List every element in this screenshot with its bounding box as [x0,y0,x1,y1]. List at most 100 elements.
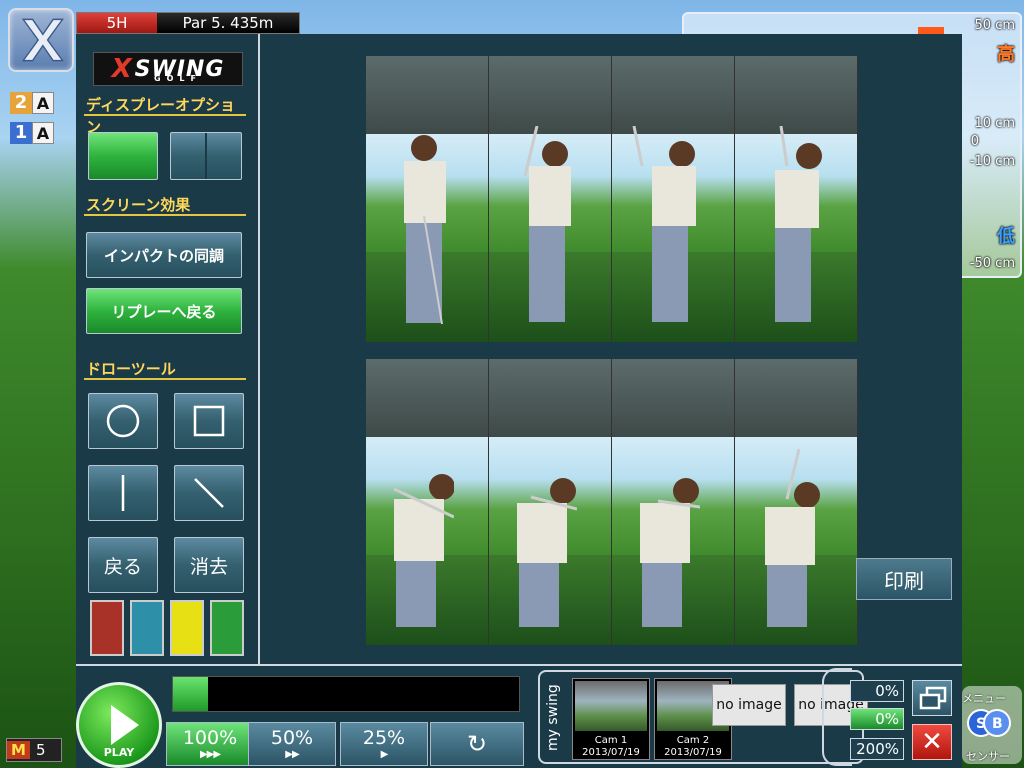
speed-value: 100% [182,726,238,749]
golfer-figure [404,135,446,325]
print-button[interactable]: 印刷 [856,558,952,600]
speed-arrows-icon: ▶ [380,748,389,760]
draw-diagonal-line-button[interactable] [174,465,244,521]
player-rank-list: 2 A 1 A [10,90,54,150]
thumbnail-cam: Cam 1 [594,735,628,746]
swing-frame [612,359,735,645]
mode-letter: M [7,741,30,759]
thumbnail-date: 2013/07/19 [582,747,640,758]
circle-icon [106,404,140,438]
player-badge: 2 A [10,90,54,116]
split-view-left-icon [171,133,207,179]
speed-value: 50% [270,726,314,749]
golfer-figure [640,478,700,627]
speed-arrows-icon: ▶▶▶ [199,748,221,760]
vertical-line-icon [121,475,125,511]
hole-number: 5H [77,13,157,33]
swing-sequence-top [366,56,858,342]
ruler-zero-label: 0 [970,134,979,149]
speed-arrows-icon: ▶▶ [285,748,299,760]
impact-sync-button[interactable]: インパクトの同調 [86,232,242,278]
play-button[interactable]: PLAY [76,682,162,768]
menu-label: メニュー [962,692,1006,705]
split-view-button[interactable] [170,132,242,180]
golfer-figure [775,126,822,322]
ruler-top-label: 50 cm [974,18,1016,33]
color-swatch-green[interactable] [210,600,244,656]
ruler-plus10-label: 10 cm [974,116,1016,131]
erase-button[interactable]: 消去 [174,537,244,593]
color-swatch-cyan[interactable] [130,600,164,656]
thumbnail-cam: Cam 2 [676,735,710,746]
app-logo-button[interactable] [8,8,74,72]
svg-text:S: S [976,716,986,732]
speed-value: 25% [362,726,406,749]
golfer-figure [765,448,820,627]
swing-frame [366,359,489,645]
ruler-low-label: 低 [997,226,1015,247]
draw-circle-button[interactable] [88,393,158,449]
playback-progress-fill [173,677,208,711]
loop-icon: ↻ [466,730,488,758]
player-initial: A [32,92,54,114]
svg-text:B: B [992,716,1003,732]
color-swatch-yellow[interactable] [170,600,204,656]
close-button[interactable]: ✕ [912,724,952,760]
swing-frame [366,56,489,342]
sb-sensor-icon: S B [967,709,1011,737]
split-view-right-icon [207,133,241,179]
zoom-200-button[interactable]: 200% [850,738,904,760]
height-ruler-scale: 50 cm 高 10 cm 0 -10 cm 低 -50 cm [955,14,1019,276]
zoom-100-button[interactable]: 0% [850,680,904,702]
single-view-button[interactable] [88,132,158,180]
sensor-button[interactable]: S B [964,708,1014,738]
swing-thumbnail[interactable]: Cam 1 2013/07/19 [572,678,650,760]
draw-rectangle-button[interactable] [174,393,244,449]
undo-button[interactable]: 戻る [88,537,158,593]
x-logo-icon [21,18,64,62]
back-to-replay-button[interactable]: リプレーへ戻る [86,288,242,334]
xswing-logo: X SWING GOLF [93,52,243,86]
swing-sequence-bottom [366,359,858,645]
logo-golf: GOLF [154,74,202,83]
play-icon [111,705,139,745]
mode-indicator: M 5 [6,738,62,762]
swing-frame [489,359,612,645]
player-badge: 1 A [10,120,54,146]
golfer-figure [393,474,454,627]
golfer-figure [523,126,571,322]
display-options-heading: ディスプレーオプション [84,94,246,136]
ruler-minus10-label: -10 cm [969,154,1015,169]
player-rank: 2 [10,92,32,114]
speed-100-button[interactable]: 100% ▶▶▶ [166,722,254,766]
speed-50-button[interactable]: 50% ▶▶ [248,722,336,766]
hole-par-distance: Par 5. 435m [182,14,274,32]
loop-button[interactable]: ↻ [430,722,524,766]
screen-effects-heading: スクリーン効果 [84,194,246,216]
playback-progress[interactable] [172,676,520,712]
diagonal-line-icon [194,478,224,508]
mode-value: 5 [35,741,46,759]
ruler-high-label: 高 [997,44,1015,65]
ruler-bottom-label: -50 cm [969,256,1015,271]
swing-frame [612,56,735,342]
draw-tools-heading: ドローツール [84,358,246,380]
swing-frame [489,56,612,342]
empty-thumbnail[interactable]: no image [712,684,786,726]
sensor-label: センサー [966,750,1010,763]
play-label: PLAY [103,746,135,759]
zoom-150-button[interactable]: 0% [850,708,904,730]
player-rank: 1 [10,122,32,144]
speed-25-button[interactable]: 25% ▶ [340,722,428,766]
thumbnail-date: 2013/07/19 [664,747,722,758]
player-initial: A [32,122,54,144]
thumbnail-image [575,681,647,731]
square-icon [193,405,225,437]
swing-frame [735,359,858,645]
hole-info-bar: 5H Par 5. 435m [76,12,300,34]
draw-vertical-line-button[interactable] [88,465,158,521]
swing-frame [735,56,858,342]
golfer-figure [632,126,696,322]
color-swatch-red[interactable] [90,600,124,656]
restore-window-button[interactable] [912,680,952,716]
